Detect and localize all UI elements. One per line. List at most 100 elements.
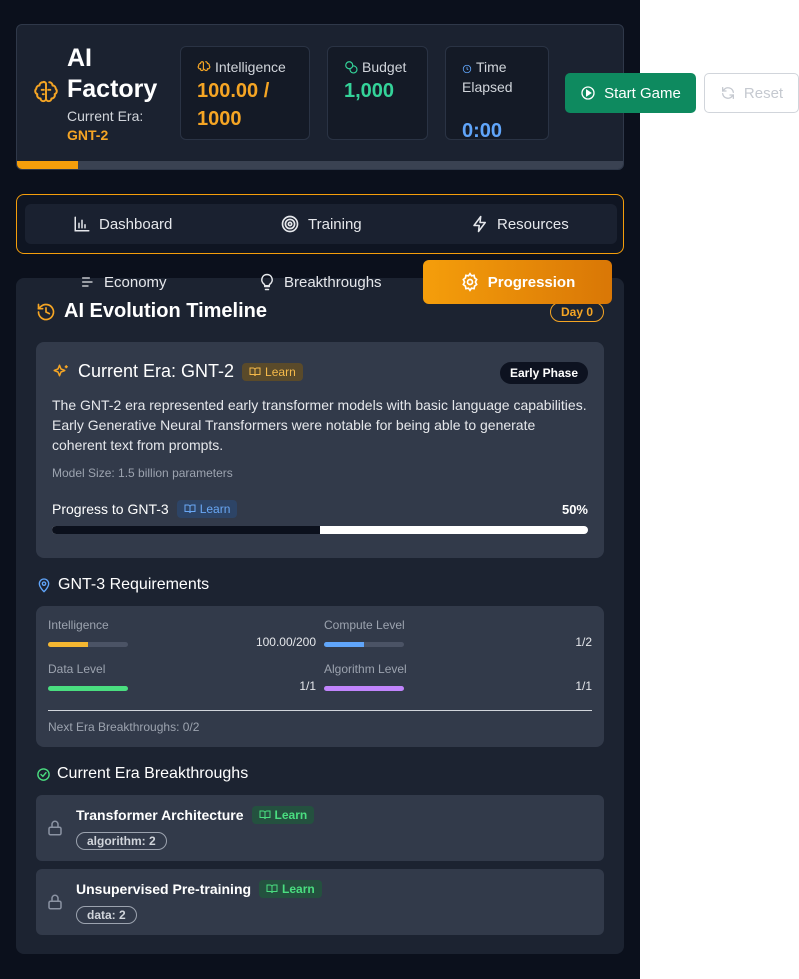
refresh-icon xyxy=(721,87,734,99)
clock-icon xyxy=(462,64,472,74)
intelligence-stat: Intelligence 100.00 / 1000 xyxy=(180,46,310,140)
brain-icon xyxy=(197,61,211,72)
requirement-data: Data Level 1/1 xyxy=(48,662,316,696)
tab-training[interactable]: Training xyxy=(280,204,362,244)
lightning-icon xyxy=(473,215,486,233)
requirement-intelligence: Intelligence 100.00/200 xyxy=(48,618,316,652)
reset-label: Reset xyxy=(743,84,784,102)
play-circle-icon xyxy=(581,86,595,100)
tab-breakthroughs-label: Breakthroughs xyxy=(284,273,382,291)
tab-breakthroughs[interactable]: Breakthroughs xyxy=(258,260,382,304)
current-era-label: Current Era: xyxy=(67,108,144,124)
time-stat: Time Elapsed 0:00 xyxy=(445,46,549,142)
tab-economy-label: Economy xyxy=(104,273,167,291)
start-game-button[interactable]: Start Game xyxy=(565,73,696,113)
requirement-value: 1/1 xyxy=(299,679,316,693)
next-era-progress-percent: 50% xyxy=(561,502,588,517)
requirement-fill xyxy=(324,642,364,647)
requirement-bar xyxy=(324,642,404,647)
intelligence-label: Intelligence xyxy=(197,57,286,77)
requirement-name: Intelligence xyxy=(48,618,109,632)
learn-button[interactable]: Learn xyxy=(176,500,238,518)
lock-icon xyxy=(48,820,62,836)
book-open-icon xyxy=(259,810,271,820)
tab-progression[interactable]: Progression xyxy=(423,260,612,304)
learn-button[interactable]: Learn xyxy=(259,880,322,898)
requirement-value: 100.00/200 xyxy=(255,635,316,649)
time-value: 0:00 xyxy=(462,120,503,142)
header-card: AI Factory Current Era: GNT-2 Intelligen… xyxy=(16,24,624,170)
phase-badge: Early Phase xyxy=(499,362,588,384)
requirement-name: Data Level xyxy=(48,662,106,676)
app-title: AI Factory xyxy=(67,44,158,103)
model-size: Model Size: 1.5 billion parameters xyxy=(52,466,233,480)
history-icon xyxy=(37,303,55,320)
breakthrough-name: Unsupervised Pre-training Learn xyxy=(76,880,322,898)
main-nav: Dashboard Training Resources xyxy=(16,194,624,254)
tab-dashboard-label: Dashboard xyxy=(99,215,173,233)
era-title: Current Era: GNT-2 Learn xyxy=(52,361,303,382)
requirement-fill xyxy=(48,686,128,691)
tab-training-label: Training xyxy=(308,215,362,233)
sparkles-icon xyxy=(53,364,68,376)
requirement-bar xyxy=(48,686,128,691)
requirement-compute: Compute Level 1/2 xyxy=(324,618,592,652)
nav-tab-bar: Dashboard Training Resources xyxy=(25,204,617,244)
budget-label: Budget xyxy=(344,57,406,77)
next-era-progress-bar xyxy=(52,526,588,534)
divider xyxy=(48,710,592,711)
requirement-bar xyxy=(48,642,128,647)
learn-label: Learn xyxy=(199,502,231,516)
tab-economy[interactable]: Economy xyxy=(80,260,167,304)
learn-label: Learn xyxy=(282,882,315,896)
era-progress-fill xyxy=(17,161,78,169)
day-badge: Day 0 xyxy=(550,302,604,322)
list-icon xyxy=(82,277,93,287)
breakthroughs-title: Current Era Breakthroughs xyxy=(36,765,248,783)
book-open-icon xyxy=(184,504,196,514)
current-era-value: GNT-2 xyxy=(67,127,109,143)
budget-stat: Budget 1,000 xyxy=(327,46,428,140)
requirement-name: Algorithm Level xyxy=(324,662,407,676)
learn-button[interactable]: Learn xyxy=(251,806,315,824)
next-era-progress-label: Progress to GNT-3 Learn xyxy=(52,500,238,518)
nav-tab-bar-secondary: Economy Breakthroughs Progression xyxy=(16,260,624,304)
breakthroughs-title-text: Current Era Breakthroughs xyxy=(57,765,249,782)
breakthrough-item[interactable]: Transformer Architecture Learn algorithm… xyxy=(36,795,604,861)
breakthrough-name-text: Unsupervised Pre-training xyxy=(76,881,252,897)
app-root: AI Factory Current Era: GNT-2 Intelligen… xyxy=(0,0,640,979)
time-label: Time Elapsed xyxy=(462,57,542,97)
intelligence-label-text: Intelligence xyxy=(215,59,286,75)
breakthrough-name-text: Transformer Architecture xyxy=(76,807,244,823)
bar-chart-icon xyxy=(74,216,90,232)
requirement-fill xyxy=(324,686,404,691)
requirements-card: Intelligence 100.00/200 Compute Level 1/… xyxy=(36,606,604,747)
reset-button[interactable]: Reset xyxy=(704,73,799,113)
breakthrough-item[interactable]: Unsupervised Pre-training Learn data: 2 xyxy=(36,869,604,935)
budget-label-text: Budget xyxy=(362,59,407,75)
era-progress-bar xyxy=(17,161,623,169)
learn-label: Learn xyxy=(265,364,296,379)
requirement-name: Compute Level xyxy=(324,618,405,632)
lightbulb-icon xyxy=(261,273,273,291)
gear-icon xyxy=(462,272,478,292)
target-icon xyxy=(281,215,299,233)
requirement-value: 1/2 xyxy=(575,635,592,649)
map-pin-icon xyxy=(38,578,50,593)
learn-button[interactable]: Learn xyxy=(242,362,303,381)
tab-dashboard[interactable]: Dashboard xyxy=(73,204,172,244)
lock-icon xyxy=(48,894,62,910)
era-title-text: Current Era: GNT-2 xyxy=(78,361,235,381)
brain-icon xyxy=(34,81,58,103)
book-open-icon xyxy=(266,884,278,894)
start-game-label: Start Game xyxy=(604,84,681,102)
next-era-progress-fill xyxy=(52,526,320,534)
check-circle-icon xyxy=(37,767,50,781)
breakthrough-requirement-tag: data: 2 xyxy=(76,906,137,924)
tab-resources[interactable]: Resources xyxy=(471,204,569,244)
next-era-breakthroughs: Next Era Breakthroughs: 0/2 xyxy=(48,720,200,734)
requirement-algorithm: Algorithm Level 1/1 xyxy=(324,662,592,696)
current-era-card: Current Era: GNT-2 Learn Early Phase The… xyxy=(36,342,604,558)
requirements-title-text: GNT-3 Requirements xyxy=(58,576,210,593)
tab-resources-label: Resources xyxy=(497,215,569,233)
